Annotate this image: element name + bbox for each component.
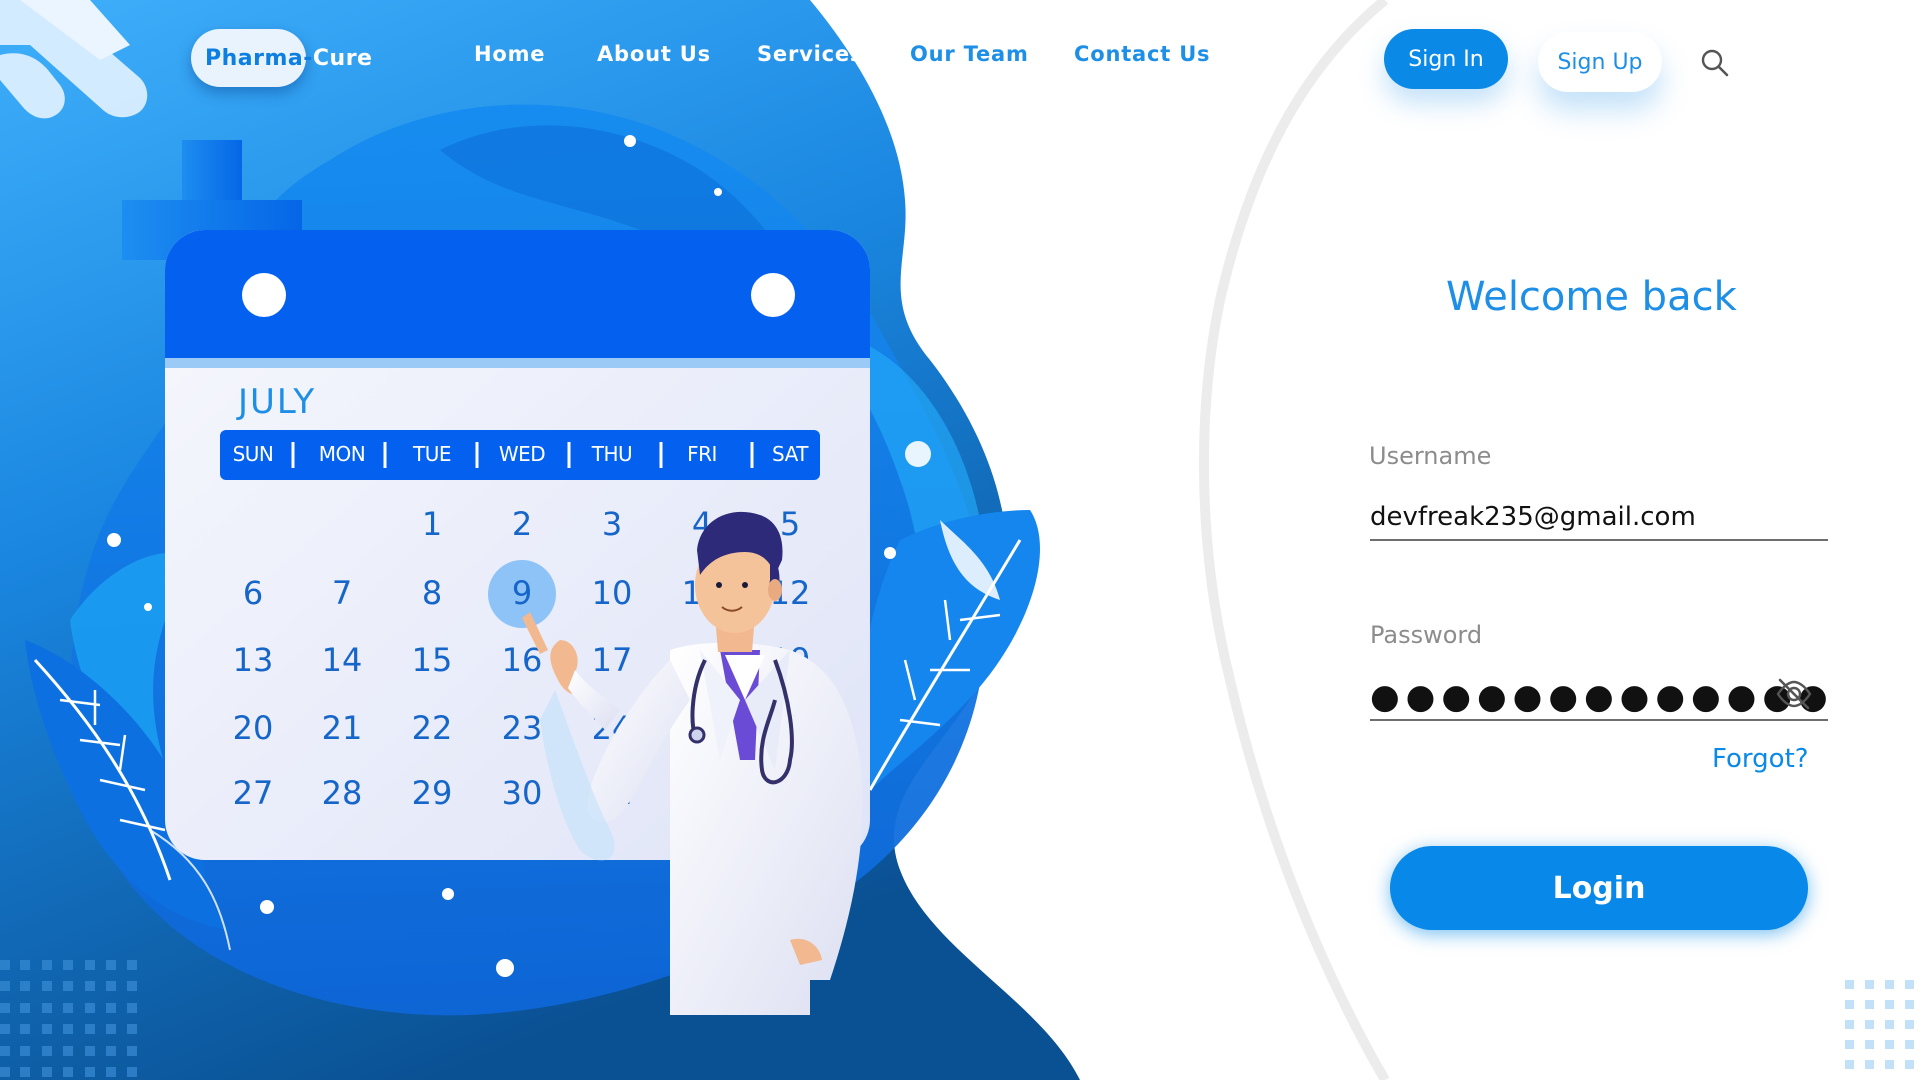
username-field[interactable] <box>1370 495 1828 541</box>
brand-logo[interactable]: Pharma-Cure <box>191 29 372 87</box>
sign-in-button[interactable]: Sign In <box>1384 29 1508 89</box>
forgot-password-link[interactable]: Forgot? <box>1712 744 1809 774</box>
navbar: Pharma-Cure Home About Us Services Our T… <box>0 0 1920 120</box>
welcome-title: Welcome back <box>1446 274 1737 320</box>
logo-text: Pharma-Cure <box>191 46 372 71</box>
nav-link-home[interactable]: Home <box>474 42 545 66</box>
nav-link-about-us[interactable]: About Us <box>597 42 711 66</box>
logo-text-part1: Pharma- <box>205 45 313 71</box>
nav-link-contact-us[interactable]: Contact Us <box>1074 42 1210 66</box>
sign-up-button[interactable]: Sign Up <box>1538 32 1662 92</box>
nav-link-services[interactable]: Services <box>757 42 863 66</box>
logo-text-part2: Cure <box>312 45 373 71</box>
nav-link-our-team[interactable]: Our Team <box>910 42 1029 66</box>
eye-slash-icon[interactable] <box>1774 676 1814 712</box>
search-icon[interactable] <box>1698 46 1732 80</box>
password-field[interactable] <box>1370 675 1828 721</box>
password-label: Password <box>1370 621 1483 649</box>
username-label: Username <box>1369 442 1492 470</box>
login-button[interactable]: Login <box>1390 846 1808 930</box>
